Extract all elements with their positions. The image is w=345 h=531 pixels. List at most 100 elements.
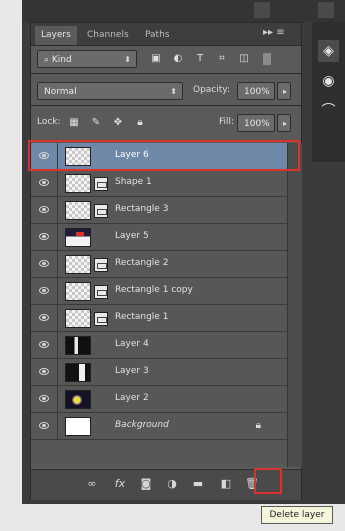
layer-row-shape-1[interactable]: Shape 1	[31, 170, 287, 197]
visibility-cell	[31, 224, 58, 250]
filter-kind-select[interactable]: ⌕ Kind ⬍	[37, 50, 137, 68]
add-mask-icon[interactable]: ◙	[137, 477, 155, 491]
layer-row-rectangle-2[interactable]: Rectangle 2	[31, 251, 287, 278]
visibility-cell	[31, 278, 58, 304]
tab-paths[interactable]: Paths	[139, 26, 175, 45]
expand-button[interactable]	[318, 2, 334, 18]
lock-icon[interactable]: 🔒︎	[256, 420, 261, 431]
fill-value: 100%	[244, 119, 270, 129]
visibility-cell	[31, 386, 58, 412]
filter-row: ⌕ Kind ⬍ ▣ ◐ T ⌗ ◫	[31, 47, 301, 71]
fill-dropdown[interactable]: ▸	[277, 114, 291, 132]
visibility-cell	[31, 359, 58, 385]
layer-name: Rectangle 1	[115, 312, 169, 322]
shape-filter-icon[interactable]: ⌗	[215, 53, 229, 65]
panel-menu-icon[interactable]: ▸▸ ≡	[263, 27, 285, 38]
eye-icon[interactable]	[39, 341, 49, 348]
tooltip: Delete layer	[261, 506, 333, 524]
layer-thumbnail	[65, 417, 91, 436]
layer-row-layer-3[interactable]: Layer 3	[31, 359, 287, 386]
lock-all-icon[interactable]: 🔒︎	[133, 117, 147, 129]
visibility-cell	[31, 332, 58, 358]
new-layer-icon[interactable]: ◧	[217, 477, 235, 491]
layer-name: Shape 1	[115, 177, 152, 187]
visibility-cell	[31, 305, 58, 331]
channels-panel-icon[interactable]: ◉	[318, 70, 339, 92]
eye-icon[interactable]	[39, 368, 49, 375]
new-group-icon[interactable]: ▬	[189, 477, 207, 491]
vector-mask-icon	[94, 285, 108, 299]
vector-mask-icon	[94, 177, 108, 191]
fill-field[interactable]: 100%	[237, 114, 275, 132]
photoshop-window: Layers Channels Paths ▸▸ ≡ ⌕ Kind ⬍ ▣ ◐ …	[22, 0, 345, 504]
scrollbar[interactable]	[287, 143, 302, 467]
fill-label: Fill:	[219, 117, 235, 127]
search-icon: ⌕	[44, 55, 52, 65]
lock-row: Lock: ▦ ✎ ✥ 🔒︎ Fill: 100% ▸	[31, 111, 301, 135]
layer-name: Layer 3	[115, 366, 149, 376]
fx-icon[interactable]: fx	[111, 477, 129, 491]
adjustment-layer-icon[interactable]: ◑	[163, 477, 181, 491]
type-filter-icon[interactable]: T	[193, 53, 207, 65]
tab-channels[interactable]: Channels	[81, 26, 135, 45]
image-filter-icon[interactable]: ▣	[149, 53, 163, 65]
layer-row-layer-4[interactable]: Layer 4	[31, 332, 287, 359]
layer-thumbnail	[65, 390, 91, 409]
layer-name: Background	[115, 420, 169, 430]
layer-row-rectangle-3[interactable]: Rectangle 3	[31, 197, 287, 224]
layer-row-background[interactable]: Background 🔒︎	[31, 413, 287, 440]
eye-icon[interactable]	[39, 422, 49, 429]
chevron-right-icon: ▸	[282, 119, 287, 128]
layer-name: Rectangle 1 copy	[115, 285, 193, 295]
paths-panel-icon[interactable]: ⌒	[318, 100, 339, 122]
layers-panel-icon[interactable]: ◈	[318, 40, 339, 62]
chevron-down-icon: ⬍	[124, 55, 131, 64]
lock-paint-icon[interactable]: ✎	[89, 117, 103, 129]
panel-tabs: Layers Channels Paths ▸▸ ≡	[31, 23, 301, 46]
opacity-label: Opacity:	[193, 85, 230, 95]
thumbnail-accent	[76, 232, 84, 236]
layer-thumbnail	[65, 363, 91, 382]
filter-toggle[interactable]	[263, 53, 271, 65]
lock-transparent-icon[interactable]: ▦	[67, 117, 81, 129]
blend-mode-select[interactable]: Normal ⬍	[37, 82, 183, 100]
smartobject-filter-icon[interactable]: ◫	[237, 53, 251, 65]
eye-icon[interactable]	[39, 287, 49, 294]
eye-icon[interactable]	[39, 260, 49, 267]
top-strip	[22, 0, 345, 22]
chevron-down-icon: ⬍	[170, 87, 177, 96]
layer-row-rectangle-1[interactable]: Rectangle 1	[31, 305, 287, 332]
blend-row: Normal ⬍ Opacity: 100% ▸	[31, 79, 301, 103]
eye-icon[interactable]	[39, 179, 49, 186]
eye-icon[interactable]	[39, 314, 49, 321]
layer-thumbnail	[65, 309, 91, 328]
adjustment-filter-icon[interactable]: ◐	[171, 53, 185, 65]
eye-icon[interactable]	[39, 233, 49, 240]
collapse-button[interactable]	[254, 2, 270, 18]
tab-layers[interactable]: Layers	[35, 26, 77, 45]
separator	[31, 73, 301, 74]
layer-row-layer-2[interactable]: Layer 2	[31, 386, 287, 413]
layer-list: Layer 6 Shape 1 Rectangle 3 Layer 5 Rect…	[31, 143, 302, 467]
layer-row-layer-5[interactable]: Layer 5	[31, 224, 287, 251]
eye-icon[interactable]	[39, 206, 49, 213]
layer-thumbnail	[65, 282, 91, 301]
right-dock: ◈ ◉ ⌒	[312, 22, 345, 162]
visibility-cell	[31, 170, 58, 196]
vector-mask-icon	[94, 204, 108, 218]
opacity-dropdown[interactable]: ▸	[277, 82, 291, 100]
filter-kind-label: Kind	[51, 55, 72, 65]
blend-mode-value: Normal	[44, 87, 77, 97]
lock-move-icon[interactable]: ✥	[111, 117, 125, 129]
link-layers-icon[interactable]: ∞	[83, 477, 101, 491]
layer-thumbnail	[65, 336, 91, 355]
delete-button-highlight	[254, 468, 282, 494]
layers-panel: Layers Channels Paths ▸▸ ≡ ⌕ Kind ⬍ ▣ ◐ …	[30, 22, 302, 500]
opacity-field[interactable]: 100%	[237, 82, 275, 100]
vector-mask-icon	[94, 258, 108, 272]
layer-row-rectangle-1-copy[interactable]: Rectangle 1 copy	[31, 278, 287, 305]
eye-icon[interactable]	[39, 395, 49, 402]
chevron-right-icon: ▸	[282, 87, 287, 96]
layer-name: Layer 2	[115, 393, 149, 403]
visibility-cell	[31, 197, 58, 223]
